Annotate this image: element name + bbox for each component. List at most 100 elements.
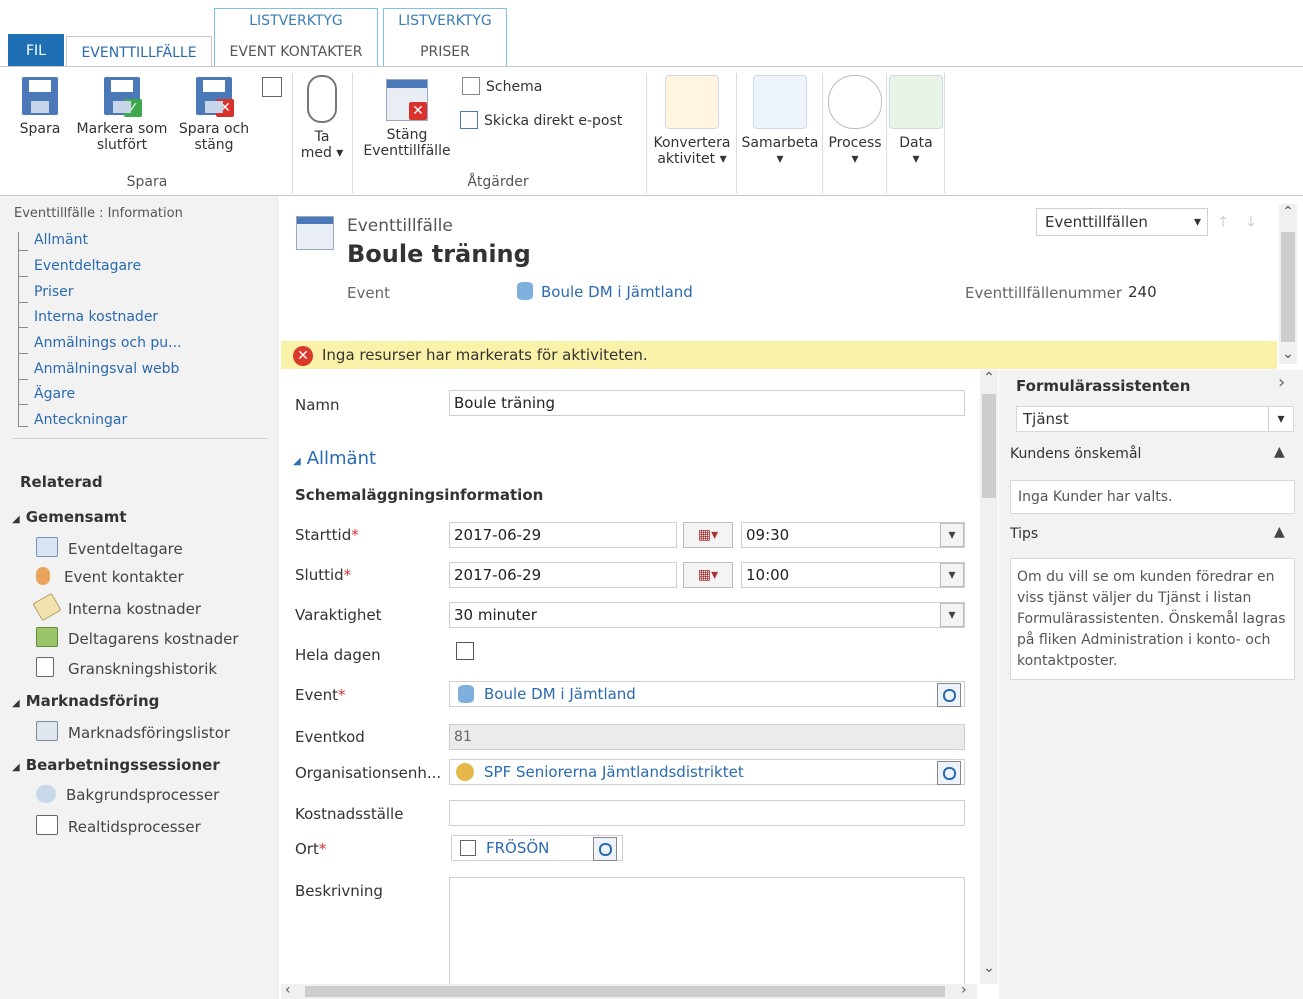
starttid-time-dropdown-icon[interactable]: ▾ xyxy=(940,523,964,547)
nav-link-anteckningar[interactable]: Anteckningar xyxy=(18,412,127,428)
nav-link-interna-kostnader[interactable]: Interna kostnader xyxy=(18,309,158,325)
process-button[interactable]: Process ▾ xyxy=(824,75,886,167)
kostnadsstalle-input[interactable] xyxy=(449,800,965,826)
varaktighet-label: Varaktighet xyxy=(295,606,382,624)
header-number-value: 240 xyxy=(1128,283,1157,301)
scroll-left-icon[interactable]: ‹ xyxy=(285,982,291,998)
section-bearbetningssessioner[interactable]: ◢ Bearbetningssessioner xyxy=(12,756,220,774)
tab-fil[interactable]: FIL xyxy=(8,34,64,68)
related-bakgrundsprocesser[interactable]: Bakgrundsprocesser xyxy=(36,785,219,804)
scroll-right-icon[interactable]: › xyxy=(961,982,967,998)
notification-text: Inga resurser har markerats för aktivite… xyxy=(322,346,648,364)
konvertera-aktivitet-button[interactable]: Konvertera aktivitet ▾ xyxy=(650,75,734,167)
related-interna-kostnader[interactable]: Interna kostnader xyxy=(32,592,201,622)
organisationsenhet-label: Organisationsenh... xyxy=(295,764,442,782)
section-marknadsforing[interactable]: ◢ Marknadsföring xyxy=(12,692,159,710)
nav-link-allmant[interactable]: Allmänt xyxy=(18,232,88,248)
scroll-down-icon[interactable]: ⌄ xyxy=(1279,346,1297,362)
section-gemensamt[interactable]: ◢ Gemensamt xyxy=(12,508,127,526)
hela-dagen-checkbox[interactable] xyxy=(456,642,474,660)
save-icon xyxy=(22,77,58,115)
next-record-button[interactable]: 🡓 xyxy=(1239,208,1263,236)
starttid-calendar-icon[interactable]: ▦▾ xyxy=(683,522,733,548)
collapse-kundens-icon[interactable]: ▲ xyxy=(1274,444,1285,460)
namn-input[interactable]: Boule träning xyxy=(449,390,965,416)
related-event-kontakter[interactable]: Event kontakter xyxy=(36,567,184,586)
related-deltagarens-kostnader[interactable]: Deltagarens kostnader xyxy=(36,627,239,648)
chevron-down-icon: ▾ xyxy=(336,145,344,161)
tips-box: Om du vill se om kunden föredrar en viss… xyxy=(1010,558,1295,680)
nav-link-priser[interactable]: Priser xyxy=(18,284,74,300)
varaktighet-select[interactable]: 30 minuter xyxy=(449,602,965,628)
convert-activity-icon xyxy=(665,75,719,129)
skicka-direkt-epost-button[interactable]: Skicka direkt e-post xyxy=(460,111,622,129)
nav-link-anmalnings[interactable]: Anmälnings och pu... xyxy=(18,335,182,351)
sluttid-calendar-icon[interactable]: ▦▾ xyxy=(683,562,733,588)
eventkod-input: 81 xyxy=(449,724,965,750)
previous-record-button[interactable]: 🡑 xyxy=(1211,208,1235,236)
horizontal-scroll-thumb[interactable] xyxy=(305,986,945,997)
ort-search-icon[interactable] xyxy=(593,837,617,861)
expand-panel-icon[interactable]: › xyxy=(1278,372,1285,393)
header-scrollbar[interactable]: ⌃ ⌄ xyxy=(1279,204,1297,364)
form-assistant-select[interactable]: Tjänst ▾ xyxy=(1016,406,1294,432)
schema-button[interactable]: Schema xyxy=(462,77,542,95)
ort-label: Ort* xyxy=(295,840,327,858)
kostnadsstalle-label: Kostnadsställe xyxy=(295,805,404,823)
ta-med-button[interactable]: Ta med ▾ xyxy=(298,75,346,161)
organisationsenhet-search-icon[interactable] xyxy=(937,761,961,785)
data-icon xyxy=(889,75,943,129)
save-as-icon[interactable] xyxy=(262,77,282,97)
nav-link-anmalningsval-webb[interactable]: Anmälningsval webb xyxy=(18,361,179,377)
varaktighet-dropdown-icon[interactable]: ▾ xyxy=(940,603,964,627)
markera-som-slutfort-button[interactable]: ✓ Markera som slutfört xyxy=(72,77,172,153)
event-instance-icon xyxy=(296,216,334,250)
beskrivning-textarea[interactable] xyxy=(449,877,965,984)
related-granskningshistorik[interactable]: Granskningshistorik xyxy=(36,657,217,678)
starttid-time-input[interactable]: 09:30 xyxy=(741,522,965,548)
tab-event-kontakter[interactable]: EVENT KONTAKTER xyxy=(216,36,376,68)
related-realtidsprocesser[interactable]: Realtidsprocesser xyxy=(36,815,201,836)
scroll-thumb[interactable] xyxy=(1281,232,1295,342)
nav-link-eventdeltagare[interactable]: Eventdeltagare xyxy=(18,258,141,274)
left-navigation: Eventtillfälle : Information Allmänt Eve… xyxy=(0,196,279,999)
spara-och-stang-button[interactable]: ✕ Spara och stäng xyxy=(174,77,254,153)
spara-button[interactable]: Spara xyxy=(14,77,66,137)
samarbeta-button[interactable]: Samarbeta ▾ xyxy=(738,75,822,167)
sluttid-date-input[interactable]: 2017-06-29 xyxy=(449,562,677,588)
form-horizontal-scrollbar[interactable]: ‹ › xyxy=(281,982,977,999)
scroll-thumb[interactable] xyxy=(982,394,996,498)
view-select[interactable]: Eventtillfällen ▾ xyxy=(1036,208,1208,236)
stang-eventtillfalle-button[interactable]: ✕ Stäng Eventtillfälle xyxy=(358,79,456,159)
context-title-listverktyg: LISTVERKTYG xyxy=(249,13,343,29)
data-button[interactable]: Data ▾ xyxy=(888,75,944,167)
scroll-down-icon[interactable]: ⌄ xyxy=(980,960,998,976)
event-lookup[interactable]: Boule DM i Jämtland xyxy=(449,681,965,707)
tab-priser[interactable]: PRISER xyxy=(385,36,505,68)
chevron-down-icon: ▾ xyxy=(851,151,859,167)
organisationsenhet-lookup[interactable]: SPF Seniorerna Jämtlandsdistriktet xyxy=(449,759,965,785)
tab-eventtillfalle[interactable]: EVENTTILLFÄLLE xyxy=(66,36,212,68)
checkmark-icon: ✓ xyxy=(124,99,142,117)
starttid-date-input[interactable]: 2017-06-29 xyxy=(449,522,677,548)
scroll-up-icon[interactable]: ⌃ xyxy=(1279,204,1297,220)
nav-link-agare[interactable]: Ägare xyxy=(18,386,75,402)
event-lookup-search-icon[interactable] xyxy=(937,683,961,707)
section-allmant-toggle[interactable]: ◢ Allmänt xyxy=(293,448,376,469)
ribbon-separator xyxy=(292,73,293,193)
collapse-tips-icon[interactable]: ▲ xyxy=(1274,524,1285,540)
window-icon xyxy=(36,815,58,835)
related-marknadsforingslistor[interactable]: Marknadsföringslistor xyxy=(36,721,230,742)
collaborate-icon xyxy=(753,75,807,129)
sluttid-time-input[interactable]: 10:00 xyxy=(741,562,965,588)
chevron-down-icon: ▾ xyxy=(912,151,920,167)
form-scrollbar[interactable]: ⌃ ⌄ xyxy=(980,370,998,984)
scroll-up-icon[interactable]: ⌃ xyxy=(980,370,998,386)
header-event-link[interactable]: Boule DM i Jämtland xyxy=(517,282,693,301)
sluttid-time-dropdown-icon[interactable]: ▾ xyxy=(940,563,964,587)
eventkod-label: Eventkod xyxy=(295,728,365,746)
kundens-onskemal-box: Inga Kunder har valts. xyxy=(1010,480,1295,514)
contact-icon xyxy=(36,567,50,585)
collapse-icon: ◢ xyxy=(12,514,20,525)
related-eventdeltagare[interactable]: Eventdeltagare xyxy=(36,537,183,558)
